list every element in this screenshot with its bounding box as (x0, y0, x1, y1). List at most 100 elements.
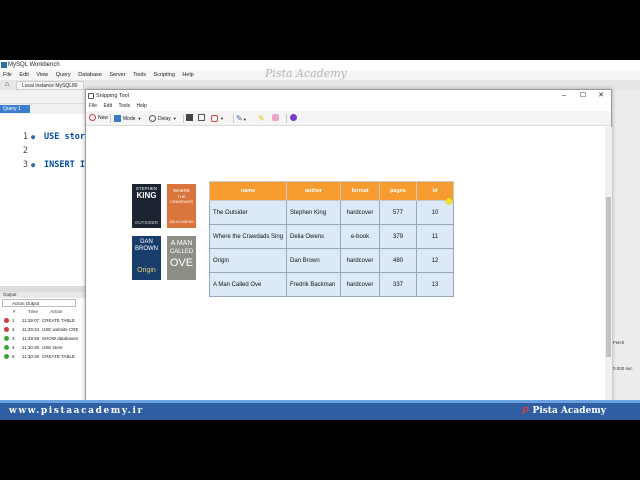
send-snip-icon[interactable]: ▼ (211, 113, 224, 124)
table-header-row: name author format pages id (209, 181, 454, 201)
log-row[interactable]: 1 11:29:07 CREATE TABLE (0, 316, 86, 325)
menu-query[interactable]: Query (56, 72, 71, 78)
minimize-icon[interactable]: – (555, 90, 573, 102)
book-cover-crawdads: WHERE THE CRAWDADS DELIA OWENS (167, 184, 196, 228)
snip-menu-edit[interactable]: Edit (103, 103, 112, 109)
col-time: Time (28, 309, 38, 314)
vertical-scrollbar[interactable] (605, 127, 612, 403)
toolbar-separator (110, 114, 111, 123)
chevron-down-icon: ▼ (220, 116, 224, 121)
close-icon[interactable]: ✕ (592, 90, 610, 102)
copy-icon[interactable] (198, 113, 207, 124)
log-row[interactable]: 5 11:30:30 CREATE TABLE (0, 352, 86, 361)
workbench-right-panel: Fetch 0.000 sec (611, 90, 640, 420)
new-snip-button[interactable]: New (89, 113, 108, 124)
highlighter-icon[interactable]: ✎ (258, 113, 265, 124)
cell-name: A Man Called Ove (209, 272, 287, 297)
code-text: INSERT I (44, 160, 85, 170)
col-action: Action (50, 309, 63, 314)
menu-server[interactable]: Server (109, 72, 125, 78)
eraser-icon[interactable] (272, 113, 281, 124)
new-label: New (98, 115, 109, 121)
header-author: author (286, 181, 341, 201)
maximize-icon[interactable]: ☐ (574, 90, 592, 102)
line-number: 3 (22, 160, 28, 170)
header-format: format (340, 181, 380, 201)
delay-label: Delay (158, 116, 171, 122)
log-num: 2 (12, 327, 15, 332)
code-text: USE store (44, 132, 91, 142)
log-time: 11:29:34 (22, 327, 40, 332)
log-num: 5 (12, 354, 15, 359)
cover-text: BROWN (135, 246, 158, 252)
watermark: Pista Academy (265, 67, 347, 80)
workbench-title: MySQL Workbench (8, 62, 60, 68)
menu-help[interactable]: Help (182, 72, 193, 78)
cover-text: THE CRAWDADS (169, 194, 194, 204)
menu-scripting[interactable]: Scripting (153, 72, 174, 78)
cell-pages: 577 (379, 200, 417, 225)
mouse-cursor-highlight (446, 198, 452, 204)
output-columns: # Time Action (0, 309, 86, 315)
home-icon[interactable]: ⌂ (5, 81, 13, 89)
log-row[interactable]: 3 11:29:59 SHOW databases (0, 334, 86, 343)
header-name: name (209, 181, 287, 201)
cover-text: WHERE (173, 188, 190, 193)
snip-menu-file[interactable]: File (89, 103, 97, 109)
output-header: Output (0, 292, 86, 298)
table-row: The Outsider Stephen King hardcover 577 … (209, 200, 454, 225)
table-row: Origin Dan Brown hardcover 480 12 (209, 248, 454, 273)
cell-name: Where the Crawdads Sing (209, 224, 287, 249)
log-time: 11:29:07 (22, 318, 40, 323)
menu-file[interactable]: File (3, 72, 12, 78)
snip-menu-tools[interactable]: Tools (118, 103, 130, 109)
chevron-down-icon: ▼ (172, 116, 177, 121)
log-row[interactable]: 4 11:30:30 USE store (0, 343, 86, 352)
log-action: CREATE TABLE (42, 354, 76, 359)
cell-format: hardcover (340, 248, 380, 273)
menu-edit[interactable]: Edit (19, 72, 28, 78)
toolbar-separator (233, 114, 234, 123)
cell-pages: 337 (379, 272, 417, 297)
new-snip-icon (89, 114, 96, 122)
cover-text: OUTSIDER (134, 220, 159, 225)
menu-database[interactable]: Database (78, 72, 102, 78)
cell-author: Stephen King (286, 200, 341, 225)
cell-name: Origin (209, 248, 287, 273)
log-row[interactable]: 2 11:29:34 USE website CRE (0, 325, 86, 334)
scrollbar-thumb[interactable] (606, 197, 611, 357)
cover-text: OVE (169, 257, 194, 269)
line-number: 2 (22, 146, 28, 156)
error-icon (4, 327, 9, 332)
save-icon[interactable] (186, 113, 195, 124)
clock-icon (149, 115, 156, 123)
cell-id: 13 (416, 272, 454, 297)
workbench-app-icon (1, 62, 7, 68)
cell-name: The Outsider (209, 200, 287, 225)
snipping-titlebar: Snipping Tool – ☐ ✕ (86, 90, 611, 102)
paint3d-icon[interactable] (290, 113, 299, 124)
snipping-menubar: File Edit Tools Help (86, 102, 611, 111)
pen-icon[interactable]: ✎▼ (236, 113, 247, 124)
log-action: SHOW databases (42, 336, 79, 341)
statement-marker-icon: ● (31, 161, 36, 169)
line-number: 1 (22, 132, 28, 142)
query-tab[interactable]: Query 1 (0, 105, 30, 113)
cell-pages: 480 (379, 248, 417, 273)
book-cover-outsider: STEPHEN KING OUTSIDER (132, 184, 161, 228)
delay-button[interactable]: Delay ▼ (149, 113, 177, 124)
book-cover-origin: DAN BROWN Origin (132, 236, 161, 280)
success-icon (4, 345, 9, 350)
scissors-icon (88, 93, 94, 99)
menu-view[interactable]: View (36, 72, 48, 78)
menu-tools[interactable]: Tools (133, 72, 146, 78)
books-table: name author format pages id The Outsider… (209, 181, 454, 297)
snip-menu-help[interactable]: Help (137, 103, 147, 109)
cover-text: CALLED (169, 249, 194, 255)
mode-button[interactable]: Mode ▼ (114, 113, 141, 124)
connection-tab[interactable]: Local instance MySQL80 (16, 81, 84, 90)
log-time: 11:29:59 (22, 336, 40, 341)
success-icon (4, 336, 9, 341)
output-type-select[interactable]: Action Output (2, 299, 76, 307)
cover-text: A MAN (170, 240, 193, 247)
